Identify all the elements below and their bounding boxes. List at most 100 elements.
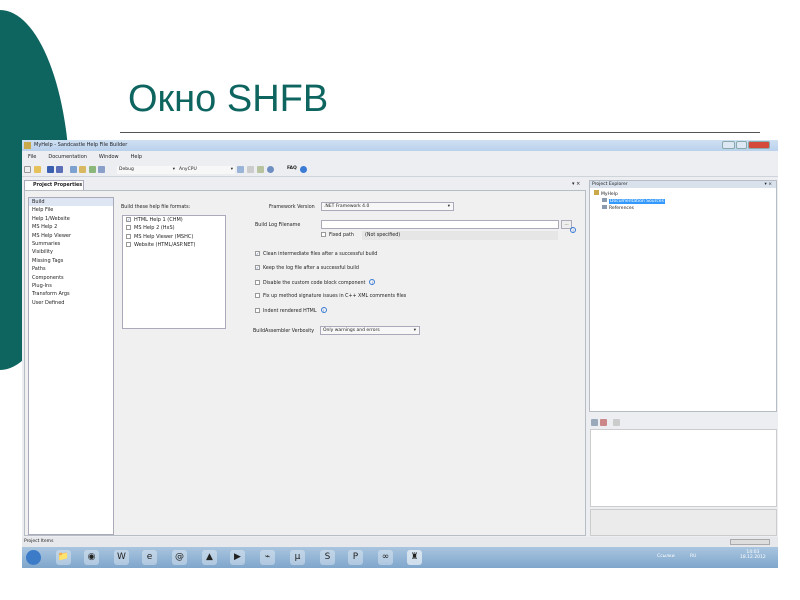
view-log-icon[interactable]	[98, 166, 105, 173]
torrent-taskbar-icon[interactable]: µ	[290, 550, 305, 565]
mail-taskbar-icon[interactable]: @	[172, 550, 187, 565]
save-all-icon[interactable]	[56, 166, 63, 173]
format-item[interactable]: MS Help 2 (HxS)	[123, 224, 225, 232]
info-icon[interactable]: i	[369, 279, 376, 285]
categorized-icon[interactable]	[591, 419, 598, 426]
log-filename-input[interactable]	[321, 220, 559, 229]
start-button[interactable]	[26, 550, 41, 565]
menu-help[interactable]: Help	[131, 154, 142, 160]
checkbox[interactable]: ✓	[255, 251, 260, 256]
maximize-button[interactable]	[736, 141, 747, 149]
new-icon[interactable]	[24, 166, 31, 173]
alphabetical-icon[interactable]	[600, 419, 607, 426]
checkbox[interactable]	[126, 233, 131, 239]
browser-taskbar-icon[interactable]: ◉	[84, 550, 99, 565]
nav-item[interactable]: Help File	[29, 206, 113, 214]
nav-item[interactable]: Missing Tags	[29, 257, 113, 265]
build-icon[interactable]	[70, 166, 77, 173]
formats-list: ✓ HTML Help 1 (CHM) MS Help 2 (HxS) MS He…	[122, 215, 226, 329]
checkbox[interactable]: ✓	[255, 265, 260, 270]
info-icon[interactable]: i	[320, 307, 327, 313]
tray-clock[interactable]: 14:03 18.12.2012	[740, 550, 766, 560]
fixed-path-label: Fixed path	[329, 233, 354, 238]
checkbox[interactable]	[255, 308, 260, 313]
nav-item[interactable]: MS Help 2	[29, 223, 113, 231]
menu-file[interactable]: File	[28, 154, 36, 160]
nav-item[interactable]: Help 1/Website	[29, 215, 113, 223]
option-label: Indent rendered HTML	[263, 309, 317, 314]
word-taskbar-icon[interactable]: W	[114, 550, 129, 565]
checkbox[interactable]: ✓	[126, 217, 131, 222]
option-label: Fix up method signature issues in C++ XM…	[263, 294, 407, 299]
nav-item[interactable]: Transform Args	[29, 290, 113, 298]
option-disable-code-block[interactable]: Disable the custom code block component i	[255, 279, 376, 286]
open-icon[interactable]	[34, 166, 41, 173]
tab-close-icon[interactable]: ▾ ×	[572, 181, 580, 187]
ie-taskbar-icon[interactable]: e	[142, 550, 157, 565]
explorer-icon[interactable]	[237, 166, 244, 173]
tree-item[interactable]: Documentation Sources	[594, 198, 772, 205]
pin-close-icon[interactable]: ▾ ×	[765, 181, 772, 188]
help-icon[interactable]	[300, 166, 307, 173]
option-indent-html[interactable]: Indent rendered HTML i	[255, 307, 327, 314]
menu-documentation[interactable]: Documentation	[48, 154, 87, 160]
configuration-select[interactable]: Debug ▾	[117, 166, 177, 174]
tree-root-label: MyHelp	[601, 192, 618, 197]
info-icon[interactable]: i	[570, 227, 576, 233]
clock-date: 18.12.2012	[740, 555, 766, 560]
faq-button[interactable]: FAQ	[287, 166, 297, 171]
search-icon[interactable]	[267, 166, 274, 173]
entity-icon[interactable]	[257, 166, 264, 173]
nav-item[interactable]: Summaries	[29, 240, 113, 248]
framework-select[interactable]: .NET Framework 4.0 ▾	[321, 202, 454, 211]
nav-item[interactable]: Build	[29, 198, 113, 207]
verbosity-value: Only warnings and errors	[323, 328, 380, 333]
app3-taskbar-icon[interactable]: ∞	[378, 550, 393, 565]
nav-item[interactable]: Plug-Ins	[29, 282, 113, 290]
minimize-button[interactable]	[722, 141, 735, 149]
verbosity-select[interactable]: Only warnings and errors ▾	[320, 326, 420, 335]
platform-select[interactable]: AnyCPU ▾	[177, 166, 235, 174]
tray-keyboard[interactable]: RU	[690, 554, 696, 559]
tray-links[interactable]: Ссылки	[657, 554, 675, 559]
checkbox[interactable]	[255, 280, 260, 285]
cancel-build-icon[interactable]	[79, 166, 86, 173]
option-label: Clean intermediate files after a success…	[263, 252, 378, 257]
format-item[interactable]: Website (HTML/ASP.NET)	[123, 241, 225, 249]
checkbox[interactable]	[255, 293, 260, 298]
media-taskbar-icon[interactable]: ▶	[230, 550, 245, 565]
nav-item[interactable]: Visibility	[29, 248, 113, 256]
app-taskbar-icon[interactable]: ▲	[202, 550, 217, 565]
nav-item[interactable]: Paths	[29, 265, 113, 273]
tab-project-properties[interactable]: Project Properties	[24, 180, 84, 190]
checkbox[interactable]	[126, 225, 131, 231]
menu-bar: File Documentation Window Help	[22, 152, 778, 162]
window-title: MyHelp - Sandcastle Help File Builder	[34, 142, 128, 148]
properties-icon[interactable]	[247, 166, 254, 173]
option-fix-signatures[interactable]: Fix up method signature issues in C++ XM…	[255, 293, 406, 299]
checkbox[interactable]	[126, 242, 131, 248]
menu-window[interactable]: Window	[99, 154, 119, 160]
nav-item[interactable]: Components	[29, 274, 113, 282]
tree-item[interactable]: References	[594, 205, 772, 212]
checkbox[interactable]	[321, 232, 326, 237]
option-clean[interactable]: ✓ Clean intermediate files after a succes…	[255, 251, 377, 257]
explorer-taskbar-icon[interactable]: 📁	[56, 550, 71, 565]
format-item[interactable]: ✓ HTML Help 1 (CHM)	[123, 216, 225, 224]
format-item[interactable]: MS Help Viewer (MSHC)	[123, 233, 225, 241]
close-button[interactable]	[748, 141, 770, 149]
tree-root[interactable]: MyHelp	[594, 190, 772, 198]
nav-item[interactable]: MS Help Viewer	[29, 232, 113, 240]
view-help-icon[interactable]	[89, 166, 96, 173]
nav-item[interactable]: User Defined	[29, 299, 113, 307]
powerpoint-taskbar-icon[interactable]: P	[348, 550, 363, 565]
skype-taskbar-icon[interactable]: S	[320, 550, 335, 565]
fixed-path-checkbox[interactable]: Fixed path	[321, 232, 354, 238]
option-keep-log[interactable]: ✓ Keep the log file after a successful bu…	[255, 265, 359, 271]
shfb-taskbar-icon[interactable]: ♜	[407, 550, 422, 565]
taskbar: 📁 ◉ W e @ ▲ ▶ ⌁ µ S P ∞ ♜ Ссылки RU 14:0…	[22, 547, 778, 568]
property-pages-icon[interactable]	[613, 419, 620, 426]
app2-taskbar-icon[interactable]: ⌁	[260, 550, 275, 565]
save-icon[interactable]	[47, 166, 54, 173]
formats-label: Build these help file formats:	[121, 205, 191, 210]
